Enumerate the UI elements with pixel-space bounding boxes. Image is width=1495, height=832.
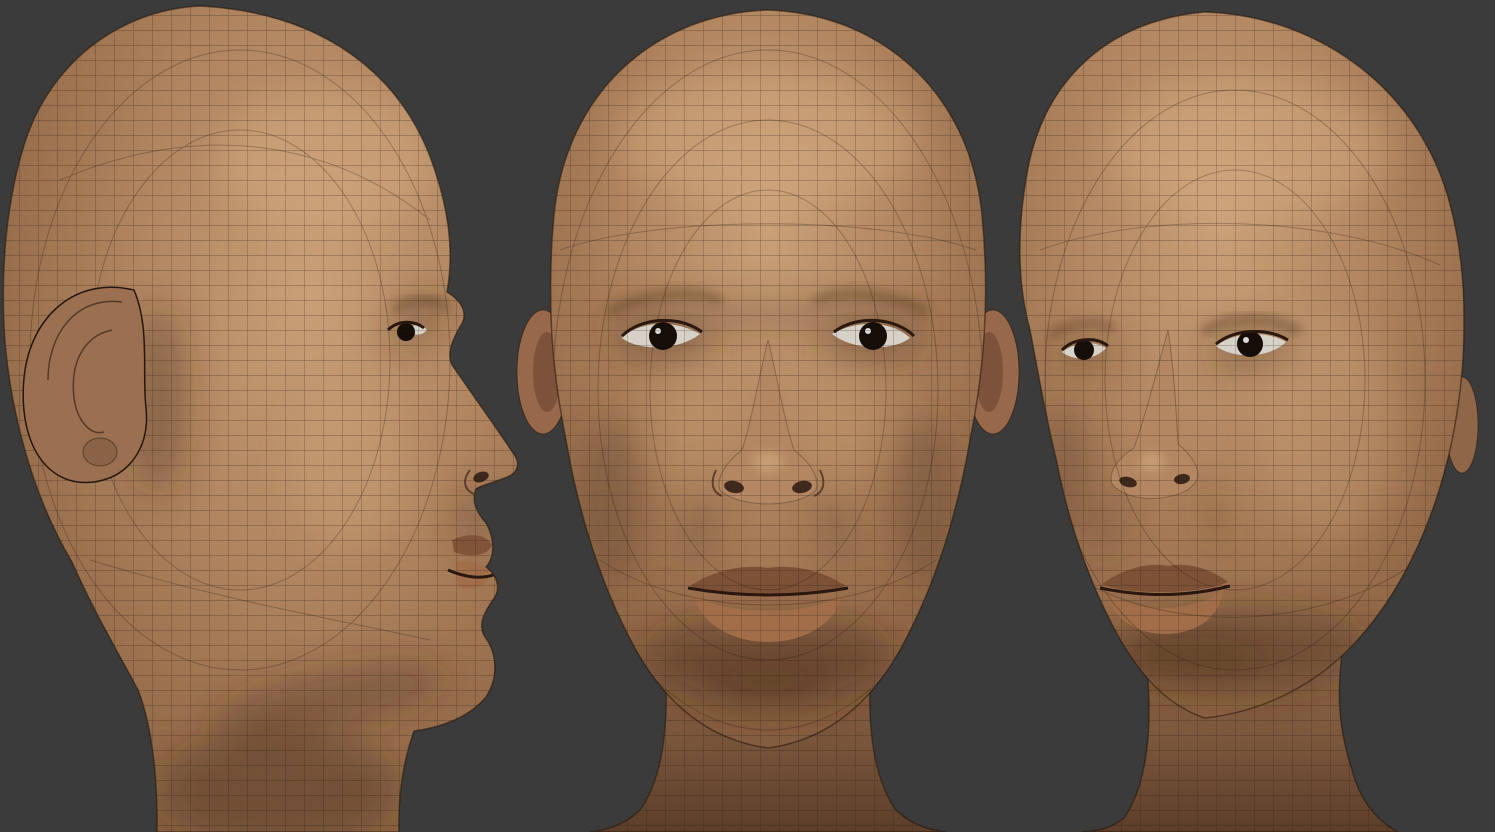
viewport-canvas	[0, 0, 1495, 832]
sculpt-viewport[interactable]	[0, 0, 1495, 832]
ear-lobe	[82, 437, 118, 467]
